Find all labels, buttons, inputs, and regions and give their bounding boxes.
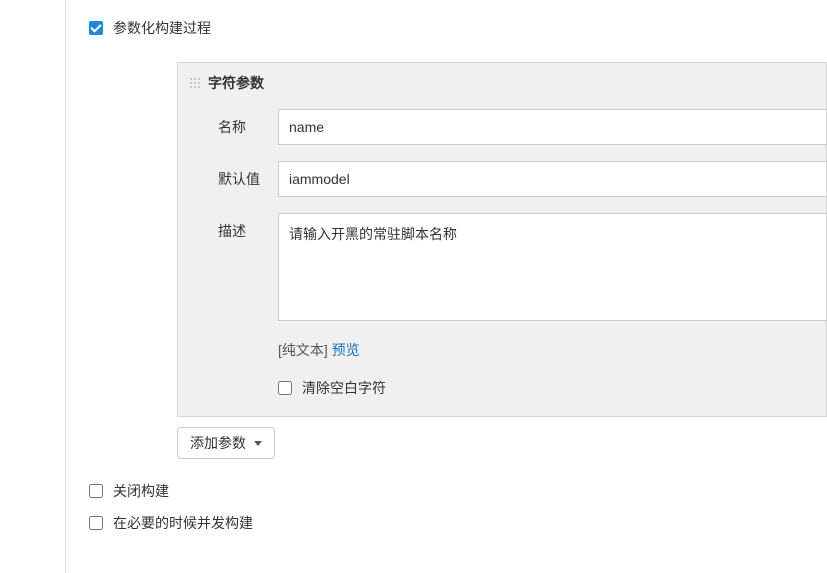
desc-textarea[interactable]	[278, 213, 826, 321]
close-build-label: 关闭构建	[113, 481, 169, 501]
drag-handle-icon[interactable]	[188, 76, 200, 90]
trim-checkbox[interactable]	[278, 381, 292, 395]
add-param-label: 添加参数	[190, 433, 246, 453]
default-field-row: 默认值	[178, 153, 826, 205]
chevron-down-icon	[254, 441, 262, 446]
default-label: 默认值	[218, 161, 278, 189]
string-param-panel: 字符参数 名称 默认值 描述 [纯文本]	[177, 62, 827, 417]
panel-title: 字符参数	[208, 73, 264, 93]
name-field-row: 名称	[178, 101, 826, 153]
preview-link[interactable]: 预览	[332, 342, 360, 358]
panel-header: 字符参数	[178, 63, 826, 101]
default-input[interactable]	[278, 161, 826, 197]
desc-label: 描述	[218, 213, 278, 241]
trim-row: 清除空白字符	[178, 364, 826, 416]
concurrent-build-label: 在必要的时候并发构建	[113, 513, 253, 533]
concurrent-build-checkbox[interactable]	[89, 516, 103, 530]
name-label: 名称	[218, 109, 278, 137]
parameterized-build-checkbox[interactable]	[89, 21, 103, 35]
concurrent-build-row: 在必要的时候并发构建	[65, 507, 827, 539]
desc-field-row: 描述	[178, 205, 826, 332]
add-param-button[interactable]: 添加参数	[177, 427, 275, 459]
plain-text-hint: [纯文本]	[278, 342, 328, 358]
trim-label: 清除空白字符	[302, 378, 386, 398]
name-input[interactable]	[278, 109, 826, 145]
close-build-checkbox[interactable]	[89, 484, 103, 498]
parameterized-build-row: 参数化构建过程	[65, 12, 827, 44]
desc-hint-row: [纯文本] 预览	[178, 332, 826, 364]
parameterized-build-label: 参数化构建过程	[113, 18, 211, 38]
close-build-row: 关闭构建	[65, 475, 827, 507]
